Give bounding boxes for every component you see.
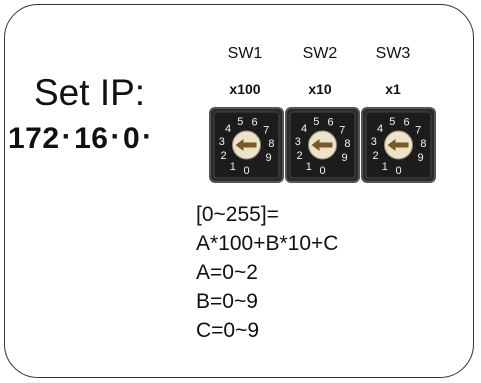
rotary-switch-sw2[interactable]: 012 345678 9 [285,107,360,183]
formula-range: [0~255]= [196,203,279,226]
dial-digit: 6 [327,116,333,128]
dial-digit: 2 [373,150,379,162]
dial-digit: 7 [415,125,421,137]
dial-digit: 2 [297,150,303,162]
dial-digit: 5 [237,116,243,128]
dial-digit: 4 [301,123,307,135]
dial-digit: 9 [418,152,424,164]
dial-digit: 1 [382,161,388,173]
dial-digit: 8 [420,138,426,150]
dial-digit: 9 [342,152,348,164]
ip-separator-2: · [110,120,121,153]
formula-equation: A*100+B*10+C [196,232,339,255]
switch-1-label: SW1 [227,45,263,62]
dial-digit: 7 [263,125,269,137]
dial-digit: 3 [219,136,225,148]
rotary-switch-sw3[interactable]: 012 345678 9 [361,107,436,183]
dial-digit: 5 [389,116,395,128]
dial-digit: 6 [403,116,409,128]
formula-c-range: C=0~9 [196,319,260,342]
dial-graphic: 012 345 678 9 [285,107,360,183]
page-title: Set IP: [34,72,146,113]
switch-1-multiplier: x100 [229,81,261,97]
dial-digit: 1 [306,161,312,173]
formula-b-range: B=0~9 [196,290,258,313]
dial-graphic: 012 345 678 9 [209,107,284,183]
dial-digit: 0 [395,165,401,177]
dial-digit: 3 [371,136,377,148]
dial-graphic: 012 345 678 9 [361,107,436,183]
dial-digit: 6 [251,116,257,128]
switch-2-label: SW2 [302,45,338,62]
dial-digit: 0 [319,165,325,177]
dial-digit: 9 [266,152,272,164]
formula-block: [0~255]= A*100+B*10+C A=0~2 B=0~9 C=0~9 [196,200,338,345]
dial-digit: 8 [268,138,274,150]
ip-octet-3: 0 [122,122,141,155]
dial-digit: 2 [221,150,227,162]
dial-digit: 5 [313,116,319,128]
switch-3-label: SW3 [375,45,411,62]
dial-digit: 4 [377,123,383,135]
ip-separator-3: · [142,120,153,153]
ip-separator-1: · [61,120,73,153]
ip-octet-2: 16 [74,122,109,155]
dial-digit: 0 [243,165,249,177]
dial-digit: 3 [295,136,301,148]
dial-digit: 4 [225,123,231,135]
formula-a-range: A=0~2 [196,261,258,284]
ip-octet-1: 172 [8,122,60,155]
switch-3-multiplier: x1 [385,81,401,97]
ip-address: 172 · 16 · 0 · [8,120,155,155]
dial-digit: 1 [230,161,236,173]
rotary-switch-sw1[interactable]: 012 345678 9 [209,107,284,183]
dial-digit: 7 [339,125,345,137]
switch-2-multiplier: x10 [308,81,332,97]
dial-digit: 8 [344,138,350,150]
